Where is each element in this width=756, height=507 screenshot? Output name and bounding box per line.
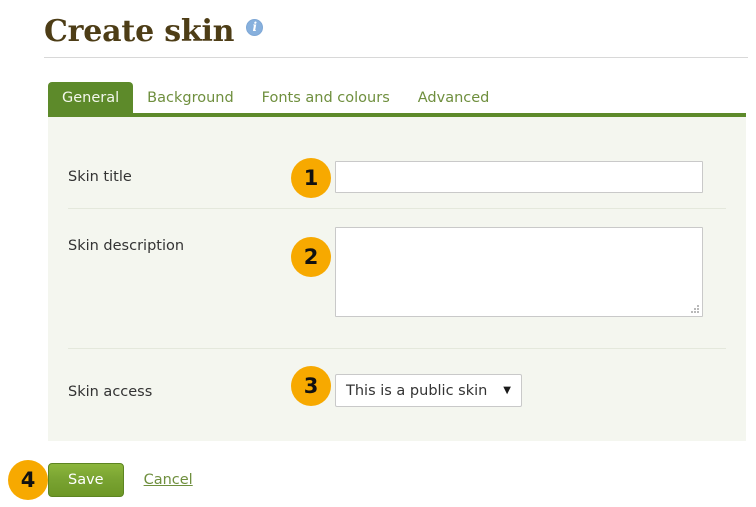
label-skin-description: Skin description (68, 238, 185, 254)
label-skin-title: Skin title (68, 169, 132, 185)
callout-badge-4: 4 (8, 460, 48, 500)
header-divider (44, 57, 748, 58)
form-row-skin-access: Skin access This is a public skin ▼ (48, 349, 746, 441)
skin-access-selected-value: This is a public skin (346, 382, 488, 399)
label-skin-access: Skin access (68, 384, 153, 400)
textarea-resize-handle[interactable] (690, 304, 700, 314)
info-icon[interactable]: i (246, 18, 264, 36)
chevron-down-icon: ▼ (503, 384, 511, 396)
page-header: Create skin i (44, 6, 748, 58)
callout-badge-2: 2 (291, 237, 331, 277)
form-row-skin-description: Skin description (48, 209, 746, 361)
skin-access-select[interactable]: This is a public skin ▼ (335, 374, 522, 407)
tab-bar: General Background Fonts and colours Adv… (48, 82, 746, 114)
skin-description-textarea[interactable] (335, 227, 703, 317)
save-button[interactable]: Save (48, 463, 124, 497)
tab-advanced[interactable]: Advanced (404, 82, 504, 114)
callout-badge-3: 3 (291, 366, 331, 406)
tab-background[interactable]: Background (133, 82, 248, 114)
tab-fonts-and-colours[interactable]: Fonts and colours (248, 82, 404, 114)
tab-general[interactable]: General (48, 82, 134, 114)
callout-badge-1: 1 (291, 158, 331, 198)
skin-title-input[interactable] (335, 161, 703, 193)
skin-general-form: Skin title Skin description Skin access … (48, 117, 746, 441)
form-row-skin-title: Skin title (48, 117, 746, 202)
form-actions: Save Cancel (48, 463, 193, 497)
page-title: Create skin (44, 14, 235, 49)
cancel-link[interactable]: Cancel (144, 472, 193, 488)
